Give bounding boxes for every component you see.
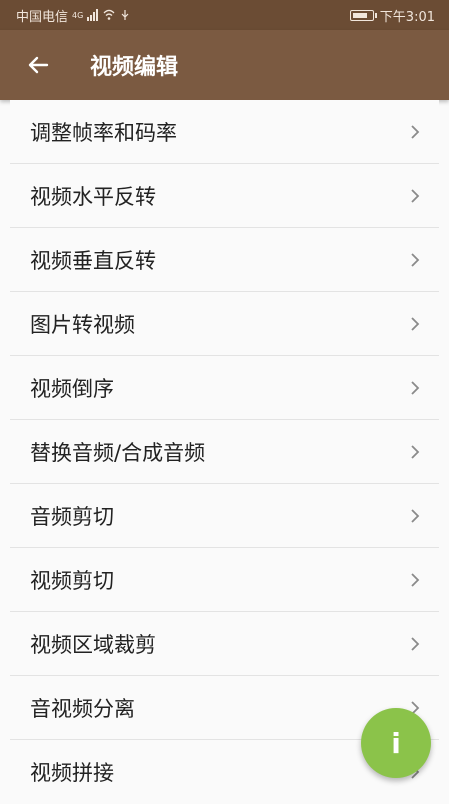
wifi-icon (103, 9, 115, 20)
usb-icon (121, 10, 129, 20)
list-item[interactable]: 图片转视频 (10, 292, 439, 356)
list-item-label: 视频垂直反转 (30, 248, 156, 273)
back-button[interactable] (20, 47, 56, 83)
list-item-label: 音视频分离 (30, 696, 135, 721)
list-item[interactable]: 视频剪切 (10, 548, 439, 612)
list-item-label: 视频区域裁剪 (30, 632, 156, 657)
list-item[interactable]: 视频垂直反转 (10, 228, 439, 292)
signal-icon (87, 9, 99, 21)
chevron-right-icon (409, 443, 421, 461)
list-item[interactable]: 视频倒序 (10, 356, 439, 420)
chevron-right-icon (409, 571, 421, 589)
battery-icon (349, 9, 377, 21)
info-icon: i (391, 726, 401, 760)
status-left: 中国电信 4G (16, 6, 131, 25)
app-bar: 视频编辑 (0, 30, 449, 100)
list-item[interactable]: 视频水平反转 (10, 164, 439, 228)
chevron-right-icon (409, 507, 421, 525)
status-time: 下午3:01 (379, 9, 435, 25)
list-item-label: 视频水平反转 (30, 184, 156, 209)
list-item[interactable]: 视频区域裁剪 (10, 612, 439, 676)
chevron-right-icon (409, 123, 421, 141)
arrow-left-icon (28, 56, 49, 74)
list-item-label: 视频剪切 (30, 568, 114, 593)
info-fab-button[interactable]: i (361, 708, 431, 778)
list-item-label: 音频剪切 (30, 504, 114, 529)
list-item[interactable]: 替换音频/合成音频 (10, 420, 439, 484)
list-item[interactable]: 音频剪切 (10, 484, 439, 548)
chevron-right-icon (409, 379, 421, 397)
chevron-right-icon (409, 315, 421, 333)
network-label: 4G (72, 10, 84, 20)
chevron-right-icon (409, 635, 421, 653)
status-bar: 中国电信 4G 下午3:01 (0, 0, 449, 30)
status-right: 下午3:01 (349, 6, 435, 25)
chevron-right-icon (409, 187, 421, 205)
list-item-label: 视频拼接 (30, 761, 114, 785)
page-title: 视频编辑 (90, 55, 179, 80)
list-item-label: 替换音频/合成音频 (30, 440, 206, 465)
chevron-right-icon (409, 251, 421, 269)
list-item-label: 视频倒序 (30, 376, 114, 401)
list-item-label: 调整帧率和码率 (30, 120, 177, 145)
carrier-label: 中国电信 (16, 9, 69, 25)
list-item-label: 图片转视频 (30, 312, 135, 337)
list-item[interactable]: 调整帧率和码率 (10, 100, 439, 164)
menu-list: 调整帧率和码率 视频水平反转 视频垂直反转 图片转视频 视频倒序 替换音频/合成… (10, 100, 439, 804)
